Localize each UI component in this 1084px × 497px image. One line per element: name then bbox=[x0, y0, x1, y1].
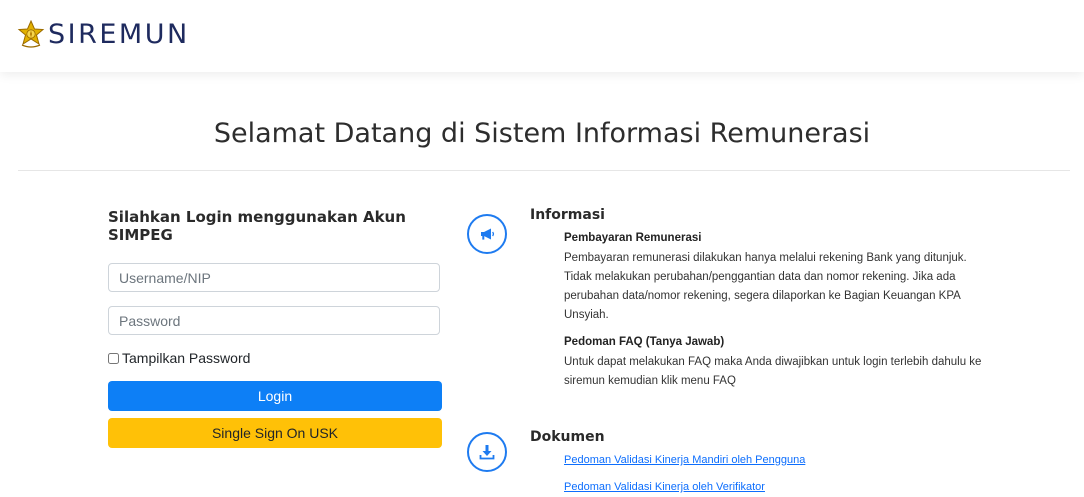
password-input[interactable] bbox=[108, 306, 440, 335]
sso-button[interactable]: Single Sign On USK bbox=[108, 418, 442, 448]
documents-title: Dokumen bbox=[530, 429, 605, 445]
divider bbox=[18, 170, 1070, 171]
document-link-validasi-verifikator[interactable]: Pedoman Validasi Kinerja oleh Verifikato… bbox=[564, 481, 765, 493]
username-input[interactable] bbox=[108, 263, 440, 292]
page-title: Selamat Datang di Sistem Informasi Remun… bbox=[213, 118, 871, 149]
megaphone-icon bbox=[467, 214, 507, 254]
show-password-checkbox[interactable] bbox=[108, 352, 119, 364]
document-link-validasi-mandiri[interactable]: Pedoman Validasi Kinerja Mandiri oleh Pe… bbox=[564, 454, 805, 466]
top-navbar: SIREMUN bbox=[0, 0, 1084, 72]
download-icon bbox=[467, 432, 507, 472]
info-item-body: Pembayaran remunerasi dilakukan hanya me… bbox=[564, 252, 967, 321]
show-password-toggle[interactable]: Tampilkan Password bbox=[108, 350, 250, 366]
brand-name: SIREMUN bbox=[48, 19, 190, 50]
info-item-title: Pembayaran Remunerasi bbox=[564, 232, 702, 244]
brand[interactable]: SIREMUN bbox=[16, 20, 190, 50]
info-item-title: Pedoman FAQ (Tanya Jawab) bbox=[564, 336, 725, 348]
login-button[interactable]: Login bbox=[108, 381, 442, 411]
info-item-body: Untuk dapat melakukan FAQ maka Anda diwa… bbox=[564, 356, 982, 387]
university-emblem-icon bbox=[17, 20, 45, 48]
login-heading: Silahkan Login menggunakan Akun SIMPEG bbox=[108, 208, 406, 244]
show-password-label: Tampilkan Password bbox=[122, 350, 251, 366]
info-title: Informasi bbox=[530, 207, 605, 223]
